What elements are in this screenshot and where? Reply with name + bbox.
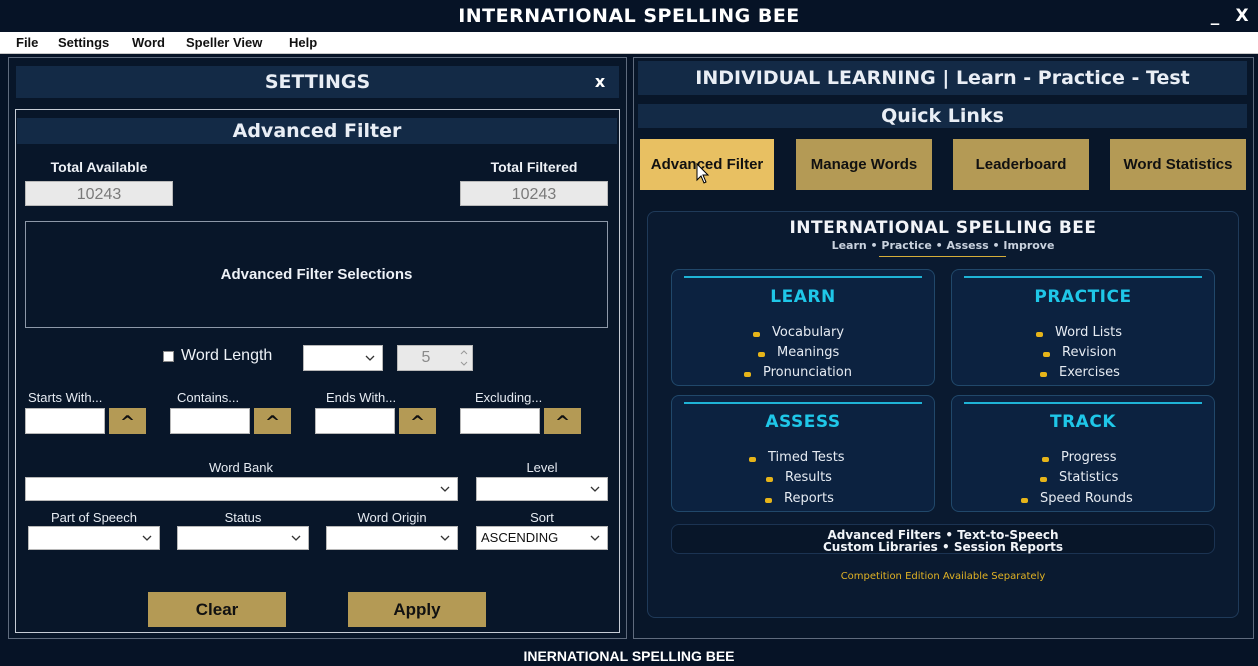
mouse-cursor-icon xyxy=(696,163,710,184)
assess-item: Results xyxy=(785,470,832,485)
ends-with-input[interactable] xyxy=(315,408,395,434)
bullet-dot xyxy=(753,332,760,337)
bullet-dot xyxy=(1021,498,1028,503)
bullet-dot xyxy=(744,372,751,377)
advanced-filter-title: Advanced Filter xyxy=(232,120,402,142)
track-item: Progress xyxy=(1061,450,1117,465)
features-line-2: Custom Libraries • Session Reports xyxy=(822,540,1063,554)
word-bank-label: Word Bank xyxy=(208,460,274,475)
chevron-down-icon xyxy=(291,535,301,541)
practice-item: Revision xyxy=(1062,345,1117,360)
chevron-down-icon xyxy=(440,535,450,541)
chevron-down-icon xyxy=(142,535,152,541)
settings-title: SETTINGS xyxy=(264,71,371,93)
leaderboard-link-button[interactable]: Leaderboard xyxy=(953,139,1089,190)
total-available-field: 10243 xyxy=(25,181,173,206)
status-bar-text: INERNATIONAL SPELLING BEE xyxy=(523,648,735,664)
bullet-dot xyxy=(766,477,773,482)
level-label: Level xyxy=(526,460,558,475)
word-bank-select[interactable] xyxy=(25,477,458,501)
contains-input[interactable] xyxy=(170,408,250,434)
word-statistics-link-button[interactable]: Word Statistics xyxy=(1110,139,1246,190)
chevron-down-icon xyxy=(440,486,450,492)
practice-card-bar xyxy=(964,276,1202,278)
practice-card-title: PRACTICE xyxy=(1034,287,1132,307)
learn-item: Meanings xyxy=(777,345,840,360)
excluding-input[interactable] xyxy=(460,408,540,434)
apply-button[interactable]: Apply xyxy=(348,592,486,627)
starts-with-caret-button[interactable]: ^ xyxy=(109,408,146,434)
practice-item: Word Lists xyxy=(1055,325,1123,340)
menu-speller-view[interactable]: Speller View xyxy=(186,32,262,53)
menu-help[interactable]: Help xyxy=(289,32,317,53)
menu-file[interactable]: File xyxy=(16,32,38,53)
settings-close-button[interactable]: x xyxy=(590,66,610,98)
level-select[interactable] xyxy=(476,477,608,501)
minimize-button[interactable]: _ xyxy=(1205,0,1225,32)
track-item: Statistics xyxy=(1059,470,1119,485)
app-title: INTERNATIONAL SPELLING BEE xyxy=(458,5,800,27)
close-window-button[interactable]: X xyxy=(1231,0,1253,32)
menu-bar: File Settings Word Speller View Help xyxy=(0,32,1258,54)
bullet-dot xyxy=(758,352,765,357)
track-item: Speed Rounds xyxy=(1040,491,1133,506)
edition-note: Competition Edition Available Separately xyxy=(840,571,1046,582)
starts-with-label: Starts With... xyxy=(28,390,103,405)
learn-card-title: LEARN xyxy=(770,287,836,307)
bullet-dot xyxy=(1042,457,1049,462)
excluding-caret-button[interactable]: ^ xyxy=(544,408,581,434)
track-card-bar xyxy=(964,402,1202,404)
bullet-dot xyxy=(1043,352,1050,357)
track-card-title: TRACK xyxy=(1050,412,1116,432)
clear-button[interactable]: Clear xyxy=(148,592,286,627)
chevron-down-icon xyxy=(365,355,375,361)
sort-select[interactable]: ASCENDING xyxy=(476,526,608,550)
word-length-operator-select[interactable] xyxy=(303,345,383,371)
part-of-speech-select[interactable] xyxy=(28,526,160,550)
contains-caret-button[interactable]: ^ xyxy=(254,408,291,434)
practice-item: Exercises xyxy=(1059,365,1120,380)
quick-links-title: Quick Links xyxy=(881,105,1004,127)
chevron-down-icon xyxy=(590,486,600,492)
ends-with-label: Ends With... xyxy=(326,390,397,405)
menu-word[interactable]: Word xyxy=(132,32,165,53)
menu-settings[interactable]: Settings xyxy=(58,32,109,53)
bullet-dot xyxy=(749,457,756,462)
manage-words-link-button[interactable]: Manage Words xyxy=(796,139,932,190)
word-origin-select[interactable] xyxy=(326,526,458,550)
status-select[interactable] xyxy=(177,526,309,550)
bullet-dot xyxy=(1040,477,1047,482)
ends-with-caret-button[interactable]: ^ xyxy=(399,408,436,434)
learn-item: Vocabulary xyxy=(772,325,845,340)
contains-label: Contains... xyxy=(177,390,240,405)
sort-label: Sort xyxy=(530,510,554,525)
total-filtered-field: 10243 xyxy=(460,181,608,206)
assess-card-title: ASSESS xyxy=(765,412,841,432)
assess-card-bar xyxy=(684,402,922,404)
total-filtered-label: Total Filtered xyxy=(490,159,578,175)
bullet-dot xyxy=(765,498,772,503)
filter-selections-label: Advanced Filter Selections xyxy=(220,266,413,283)
promo-underline xyxy=(879,256,1006,257)
bullet-dot xyxy=(1040,372,1047,377)
starts-with-input[interactable] xyxy=(25,408,105,434)
spinner-arrows-icon[interactable] xyxy=(456,346,472,370)
promo-subtitle: Learn • Practice • Assess • Improve xyxy=(831,239,1055,252)
sort-select-value: ASCENDING xyxy=(481,530,559,545)
assess-item: Timed Tests xyxy=(768,450,845,465)
bullet-dot xyxy=(1036,332,1043,337)
total-available-label: Total Available xyxy=(50,159,148,175)
assess-item: Reports xyxy=(784,491,834,506)
learning-title: INDIVIDUAL LEARNING | Learn - Practice -… xyxy=(695,67,1190,89)
learn-card-bar xyxy=(684,276,922,278)
word-length-label: Word Length xyxy=(181,347,273,364)
word-origin-label: Word Origin xyxy=(357,510,427,525)
word-length-checkbox[interactable] xyxy=(163,351,174,362)
chevron-down-icon xyxy=(590,535,600,541)
part-of-speech-label: Part of Speech xyxy=(51,510,137,525)
excluding-label: Excluding... xyxy=(475,390,543,405)
promo-title: INTERNATIONAL SPELLING BEE xyxy=(789,218,1097,238)
learn-item: Pronunciation xyxy=(763,365,852,380)
status-label: Status xyxy=(224,510,262,525)
